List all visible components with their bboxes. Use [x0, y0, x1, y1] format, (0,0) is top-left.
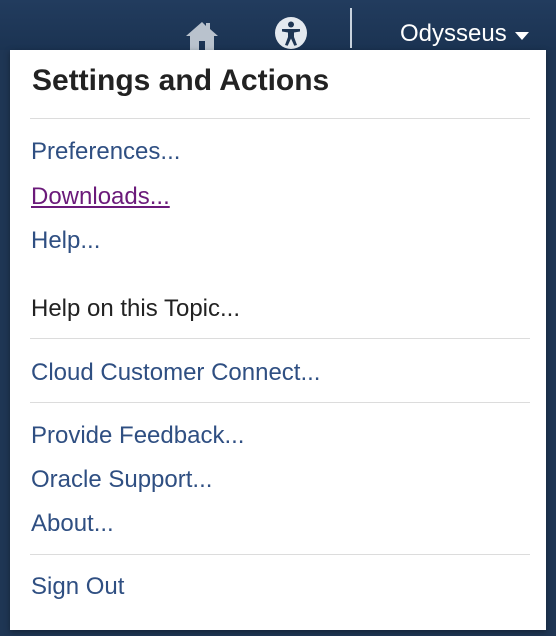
header-divider: [350, 8, 352, 48]
menu-item-preferences[interactable]: Preferences...: [31, 137, 180, 167]
menu-item-downloads[interactable]: Downloads...: [31, 182, 170, 212]
menu-separator: [30, 118, 530, 119]
menu-separator: [30, 554, 530, 555]
panel-title: Settings and Actions: [32, 64, 330, 97]
menu-item-sign-out[interactable]: Sign Out: [31, 572, 124, 602]
accessibility-icon[interactable]: [274, 16, 308, 50]
settings-and-actions-menu: Settings and Actions Preferences... Down…: [10, 50, 546, 630]
home-icon[interactable]: [184, 20, 220, 50]
menu-item-help[interactable]: Help...: [31, 226, 100, 256]
user-name: Odysseus: [400, 20, 507, 47]
global-header: Odysseus: [0, 0, 556, 50]
menu-item-about[interactable]: About...: [31, 509, 114, 539]
menu-separator: [30, 402, 530, 403]
menu-separator: [30, 338, 530, 339]
menu-item-cloud-customer-connect[interactable]: Cloud Customer Connect...: [31, 358, 320, 388]
user-menu-button[interactable]: Odysseus: [400, 18, 529, 50]
menu-item-help-on-this-topic[interactable]: Help on this Topic...: [31, 294, 240, 324]
menu-item-provide-feedback[interactable]: Provide Feedback...: [31, 421, 244, 451]
menu-item-oracle-support[interactable]: Oracle Support...: [31, 465, 212, 495]
chevron-down-icon: [514, 32, 529, 40]
